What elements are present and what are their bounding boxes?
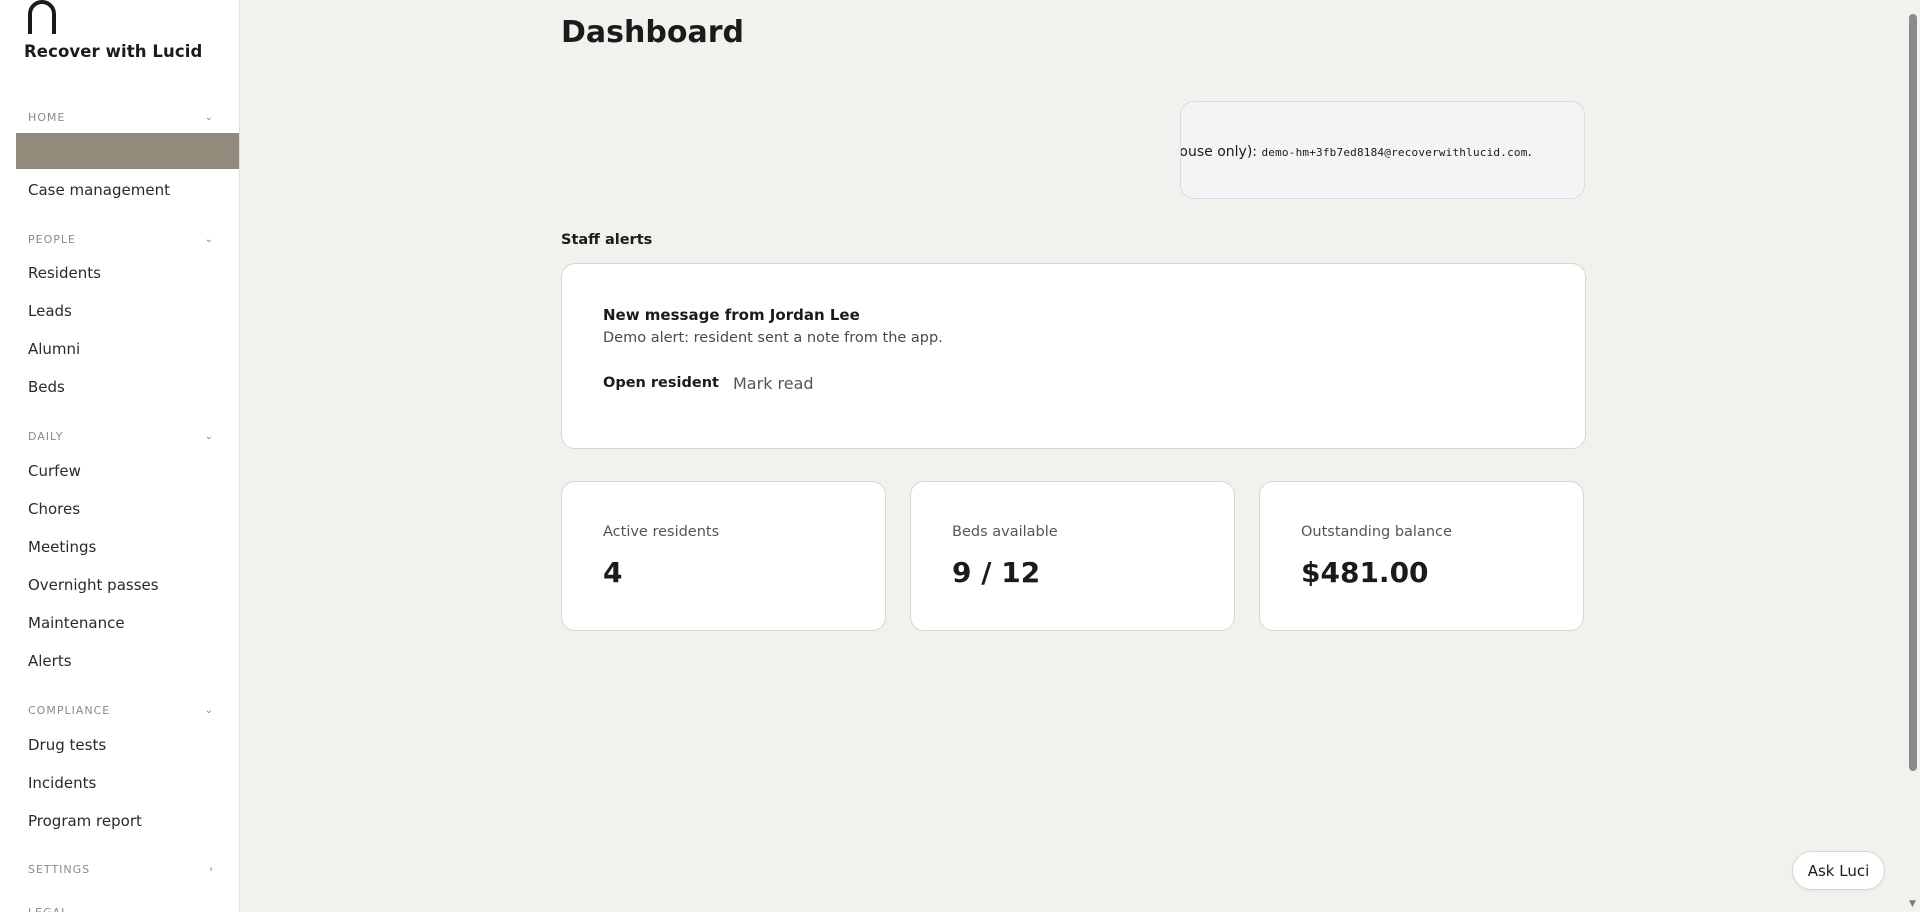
stat-card-active-residents: Active residents 4 <box>561 481 886 631</box>
chevron-down-icon: ⌄ <box>204 111 214 123</box>
section-header-home[interactable]: HOME ⌄ <box>28 109 214 125</box>
sidebar-item-drug-tests[interactable]: Drug tests <box>28 736 106 754</box>
mark-read-button[interactable]: Mark read <box>733 374 814 393</box>
alert-card: New message from Jordan Lee Demo alert: … <box>561 263 1586 449</box>
section-header-daily[interactable]: DAILY ⌄ <box>28 428 214 444</box>
chevron-right-icon: › <box>209 863 214 875</box>
section-title: HOME <box>28 110 66 124</box>
stat-label: Beds available <box>952 524 1058 540</box>
section-title: PEOPLE <box>28 232 76 246</box>
sidebar: Recover with Lucid HOME ⌄ Case managemen… <box>0 0 240 912</box>
alert-body: Demo alert: resident sent a note from th… <box>603 330 943 346</box>
demo-info-text: house only): demo-hm+3fb7ed8184@recoverw… <box>1180 144 1532 160</box>
stat-value: 9 / 12 <box>952 556 1041 589</box>
stat-card-beds-available: Beds available 9 / 12 <box>910 481 1235 631</box>
sidebar-item-residents[interactable]: Residents <box>28 264 101 282</box>
section-header-legal[interactable]: LEGAL <box>28 906 68 912</box>
sidebar-item-beds[interactable]: Beds <box>28 378 65 396</box>
page-title: Dashboard <box>561 15 744 50</box>
sidebar-item-overnight-passes[interactable]: Overnight passes <box>28 576 159 594</box>
section-header-settings[interactable]: SETTINGS › <box>28 861 214 877</box>
sidebar-item-case-management[interactable]: Case management <box>28 181 170 199</box>
stat-card-outstanding-balance: Outstanding balance $481.00 <box>1259 481 1584 631</box>
chevron-down-icon: ⌄ <box>204 704 214 716</box>
info-suffix: . <box>1527 144 1532 160</box>
scroll-down-arrow-icon[interactable]: ▼ <box>1909 899 1916 909</box>
section-title: SETTINGS <box>28 862 91 876</box>
section-header-people[interactable]: PEOPLE ⌄ <box>28 231 214 247</box>
chevron-down-icon: ⌄ <box>204 233 214 245</box>
stat-label: Outstanding balance <box>1301 524 1452 540</box>
sidebar-item-chores[interactable]: Chores <box>28 500 80 518</box>
open-resident-button[interactable]: Open resident <box>603 375 719 391</box>
demo-info-box: house only): demo-hm+3fb7ed8184@recoverw… <box>1180 101 1585 199</box>
sidebar-item-alumni[interactable]: Alumni <box>28 340 80 358</box>
demo-email: demo-hm+3fb7ed8184@recoverwithlucid.com <box>1261 146 1528 159</box>
ask-luci-button[interactable]: Ask Luci <box>1792 851 1885 890</box>
info-prefix: house only): <box>1180 144 1257 160</box>
stat-value: $481.00 <box>1301 556 1429 589</box>
staff-alerts-heading: Staff alerts <box>561 232 653 248</box>
arch-logo-icon[interactable] <box>27 0 57 34</box>
stat-value: 4 <box>603 556 623 589</box>
sidebar-item-alerts[interactable]: Alerts <box>28 652 72 670</box>
sidebar-item-leads[interactable]: Leads <box>28 302 72 320</box>
brand-name[interactable]: Recover with Lucid <box>24 42 202 61</box>
section-title: COMPLIANCE <box>28 703 111 717</box>
sidebar-item-active[interactable] <box>16 133 239 169</box>
section-title: DAILY <box>28 429 64 443</box>
sidebar-item-program-report[interactable]: Program report <box>28 812 142 830</box>
alert-title: New message from Jordan Lee <box>603 306 860 324</box>
sidebar-item-incidents[interactable]: Incidents <box>28 774 96 792</box>
scrollbar-thumb[interactable] <box>1909 14 1917 771</box>
section-header-compliance[interactable]: COMPLIANCE ⌄ <box>28 702 214 718</box>
stat-label: Active residents <box>603 524 720 540</box>
sidebar-item-maintenance[interactable]: Maintenance <box>28 614 125 632</box>
chevron-down-icon: ⌄ <box>204 430 214 442</box>
sidebar-item-meetings[interactable]: Meetings <box>28 538 96 556</box>
sidebar-item-curfew[interactable]: Curfew <box>28 462 81 480</box>
